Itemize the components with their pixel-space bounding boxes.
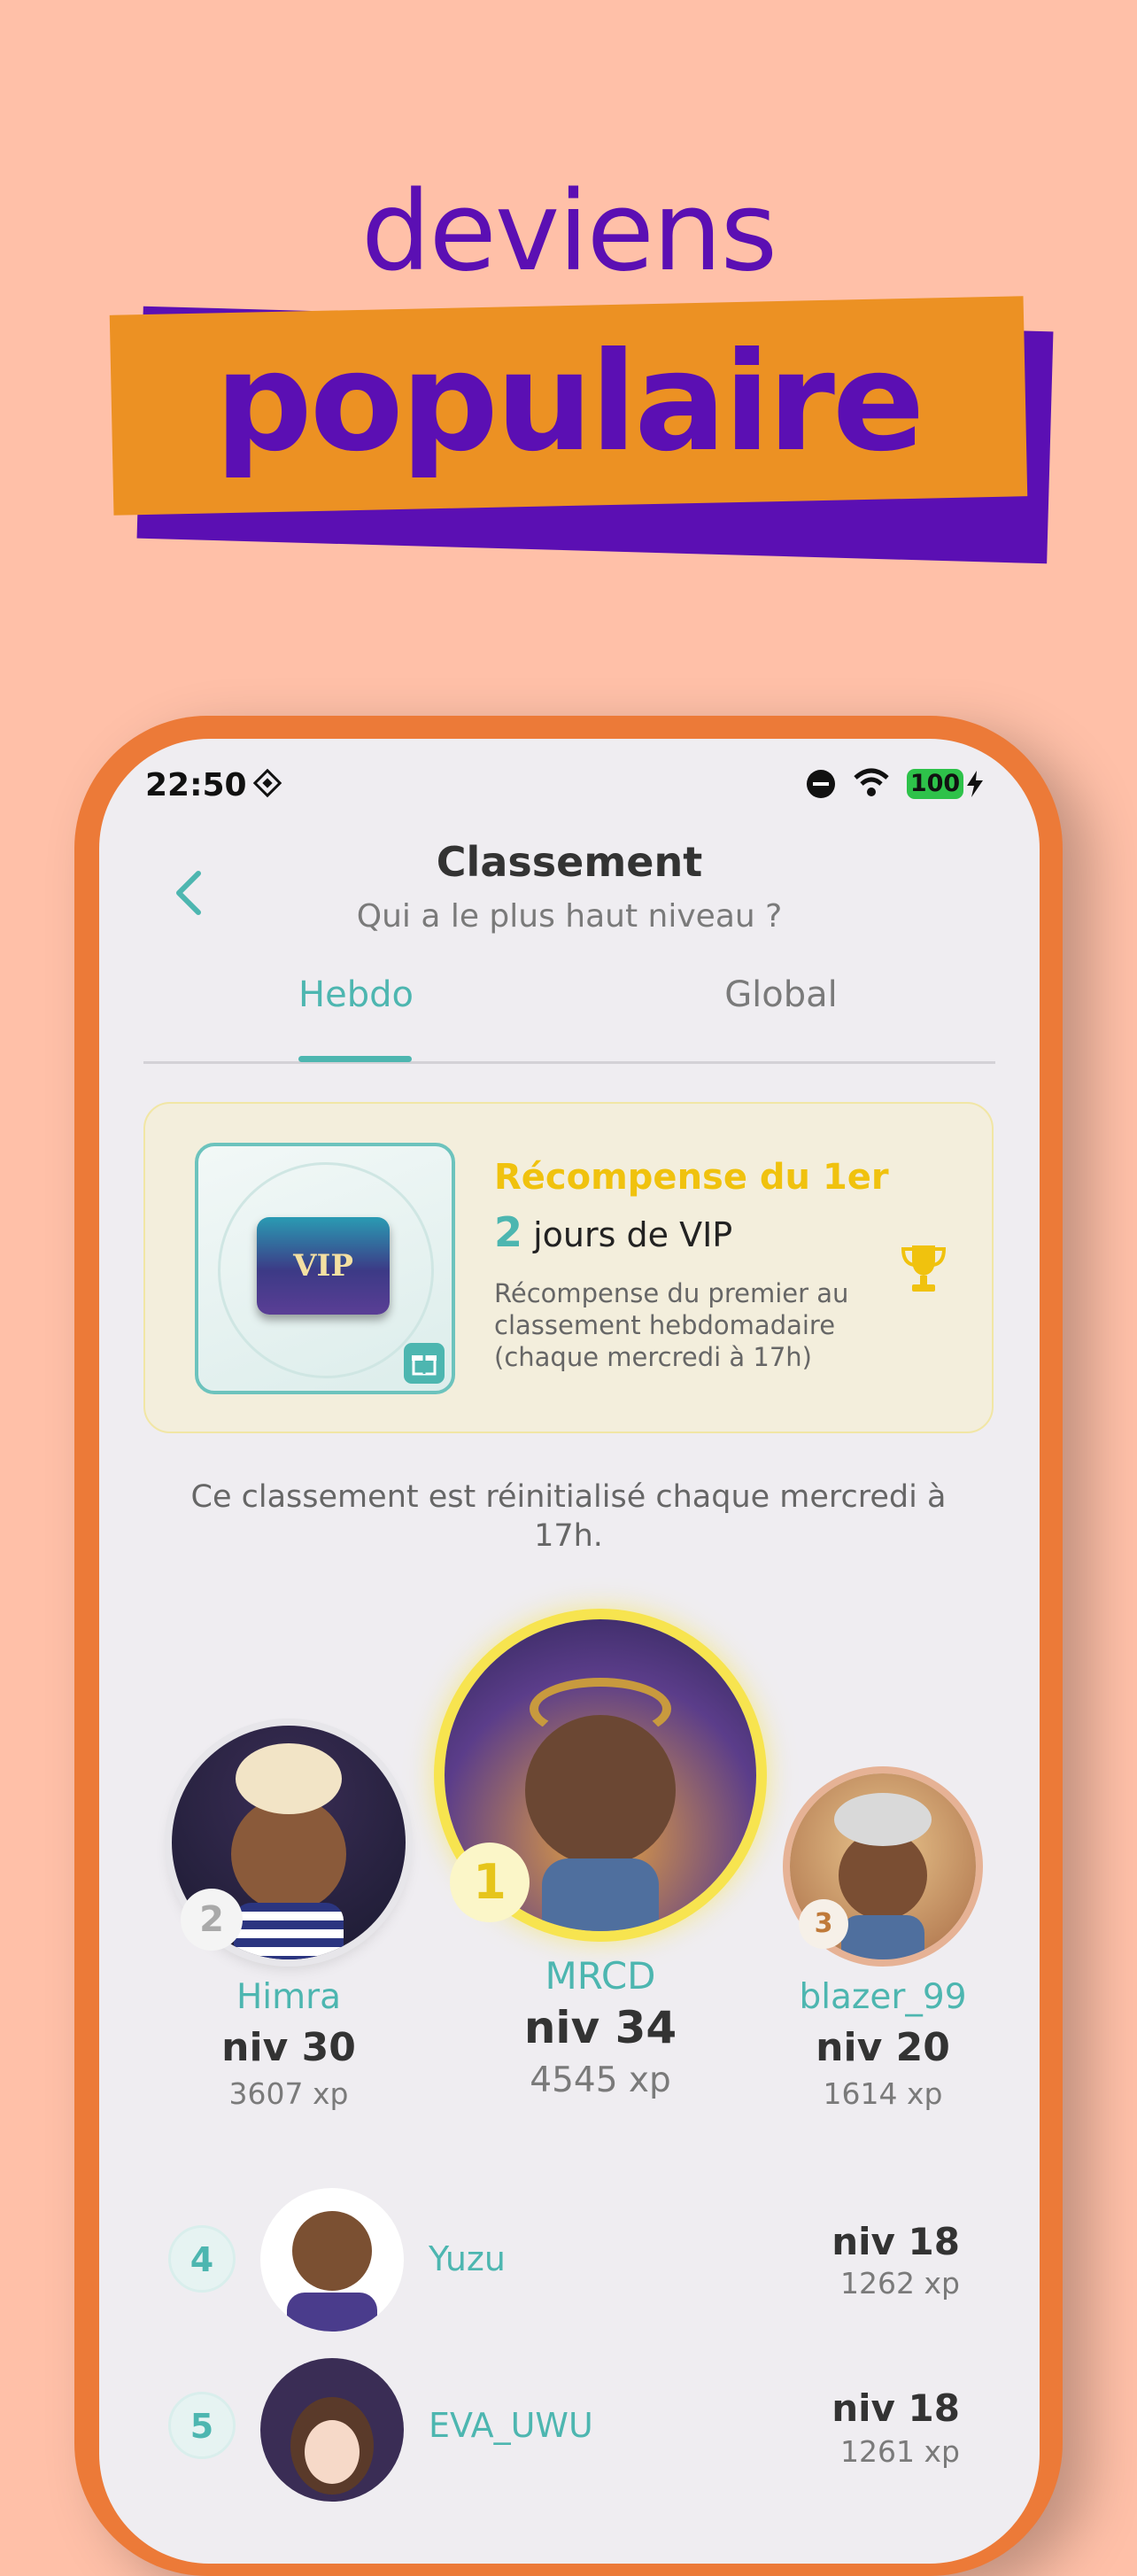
podium-level-1: niv 34: [523, 2002, 677, 2053]
podium-xp-3: 1614 xp: [823, 2076, 943, 2111]
reward-card: VIP Récompense du 1er 2 jours de VIP Réc…: [143, 1102, 994, 1433]
vip-card: VIP: [257, 1217, 390, 1315]
list-level: niv 18: [831, 2386, 960, 2430]
active-tab-indicator: [298, 1056, 412, 1062]
reward-days-number: 2: [494, 1208, 523, 1256]
tab-divider: [143, 1061, 995, 1064]
list-avatar[interactable]: [260, 2358, 404, 2502]
list-xp: 1262 xp: [840, 2266, 960, 2301]
list-xp: 1261 xp: [840, 2434, 960, 2469]
app-screen: 22:50 100 Classement Qui a le plus haut …: [99, 739, 1040, 2564]
podium-xp-1: 4545 xp: [530, 2060, 671, 2100]
reward-image: VIP: [195, 1143, 455, 1394]
rank-badge-2: 2: [181, 1889, 243, 1951]
podium-xp-2: 3607 xp: [228, 2076, 349, 2111]
list-level: niv 18: [831, 2220, 960, 2263]
status-time: 22:50: [145, 767, 247, 803]
podium-level-3: niv 20: [816, 2025, 950, 2070]
diamond-status-icon: [252, 768, 282, 798]
gift-icon: [404, 1343, 445, 1384]
podium-level-2: niv 30: [221, 2025, 356, 2070]
tab-global[interactable]: Global: [648, 974, 914, 1015]
trophy-icon: [901, 1245, 947, 1292]
reward-title: Récompense du 1er: [494, 1157, 889, 1198]
list-avatar[interactable]: [260, 2188, 404, 2332]
podium-name-3[interactable]: blazer_99: [750, 1977, 1016, 2017]
podium-name-1[interactable]: MRCD: [468, 1954, 733, 1998]
list-rank: 4: [168, 2225, 236, 2293]
rank-badge-3: 3: [799, 1899, 848, 1949]
reward-days-text: jours de VIP: [533, 1215, 733, 1254]
reset-note: Ce classement est réinitialisé chaque me…: [190, 1479, 947, 1554]
headline-top: deviens: [360, 168, 777, 296]
reward-description: Récompense du premier au classement hebd…: [494, 1278, 849, 1372]
tab-hebdo[interactable]: Hebdo: [223, 974, 489, 1015]
reward-days: 2 jours de VIP: [494, 1208, 732, 1256]
do-not-disturb-icon: [807, 770, 835, 798]
page-title: Classement: [436, 838, 703, 886]
headline-banner: populaire: [214, 323, 925, 482]
list-name[interactable]: EVA_UWU: [429, 2406, 593, 2445]
list-rank: 5: [168, 2392, 236, 2459]
wifi-icon: [854, 768, 889, 796]
podium-name-2[interactable]: Himra: [156, 1977, 422, 2017]
page-subtitle: Qui a le plus haut niveau ?: [356, 898, 783, 935]
list-name[interactable]: Yuzu: [429, 2239, 506, 2278]
rank-badge-1: 1: [450, 1843, 530, 1922]
charging-icon: [967, 771, 983, 797]
battery-indicator: 100: [907, 769, 963, 799]
